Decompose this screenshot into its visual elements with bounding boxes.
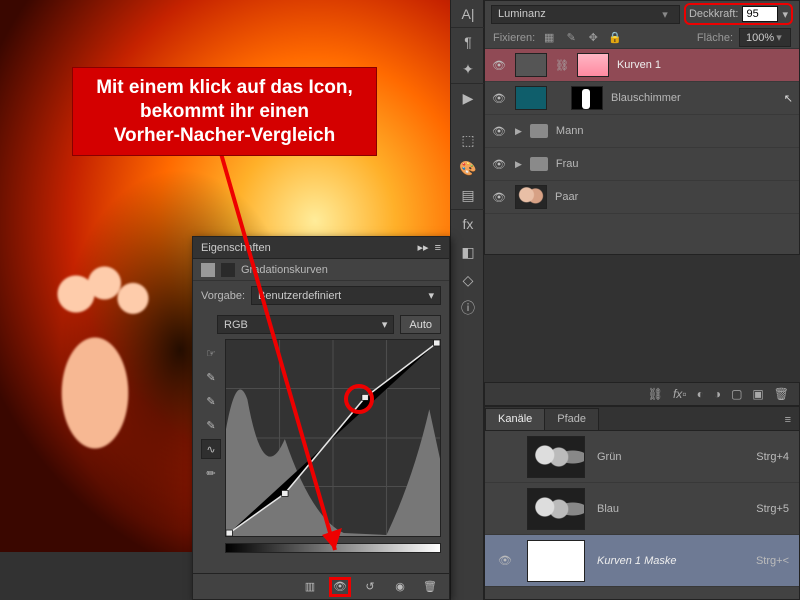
layers-footer: ⛓ fx▫ ◐ ◑ ▢ ▣ 🗑 xyxy=(484,382,800,406)
collapse-icon[interactable]: ▸▸ xyxy=(418,241,429,254)
lock-label: Fixieren: xyxy=(493,32,535,44)
channel-name: Kurven 1 Maske xyxy=(597,555,676,567)
visibility-icon[interactable]: 👁 xyxy=(491,158,507,171)
layer-row[interactable]: 👁 ▶ Frau xyxy=(485,148,799,181)
paths-icon[interactable]: ◇ xyxy=(451,266,485,294)
channel-thumb xyxy=(527,540,585,582)
tab-paths[interactable]: Pfade xyxy=(544,408,599,430)
mask-icon[interactable]: ◐ xyxy=(697,387,704,401)
link-icon[interactable]: ⛓ xyxy=(648,387,663,401)
panel-menu-icon[interactable]: ≡ xyxy=(435,242,441,254)
paragraph-icon[interactable]: ¶ xyxy=(451,28,485,56)
visibility-icon[interactable]: ◉ xyxy=(389,577,411,597)
trash-icon[interactable]: 🗑 xyxy=(419,577,441,597)
layer-row[interactable]: 👁 ▶ Mann xyxy=(485,115,799,148)
swatches-icon[interactable]: ⬚ xyxy=(451,126,485,154)
layer-thumb xyxy=(515,86,547,110)
visibility-icon[interactable]: 👁 xyxy=(491,191,507,204)
color-icon[interactable]: 🎨 xyxy=(451,154,485,182)
channel-row[interactable]: Blau Strg+5 xyxy=(485,483,799,535)
layer-row[interactable]: 👁 ⛓ Kurven 1 xyxy=(485,49,799,82)
chevron-down-icon: ▾ xyxy=(657,8,673,21)
image-hand xyxy=(0,250,190,470)
group-icon[interactable]: ▢ xyxy=(731,387,742,401)
lock-all-icon[interactable]: 🔒 xyxy=(607,30,623,46)
fill-label: Fläche: xyxy=(697,32,733,44)
channel-row[interactable]: Grün Strg+4 xyxy=(485,431,799,483)
info-icon[interactable]: ⓘ xyxy=(451,294,485,322)
channel-shortcut: Strg+4 xyxy=(756,451,789,463)
lock-transparency-icon[interactable]: ▦ xyxy=(541,30,557,46)
visibility-icon[interactable]: 👁 xyxy=(491,125,507,138)
play-icon[interactable]: ▶ xyxy=(451,84,485,112)
layer-row[interactable]: 👁 Blauschimmer ↖ xyxy=(485,82,799,115)
layer-name[interactable]: Mann xyxy=(556,125,584,137)
annotation-callout: Mit einem klick auf das Icon, bekommt ih… xyxy=(72,67,377,156)
chevron-down-icon[interactable]: ▾ xyxy=(782,8,788,21)
layer-name[interactable]: Paar xyxy=(555,191,578,203)
opacity-input[interactable] xyxy=(742,6,778,22)
adjustment-icon[interactable]: ◑ xyxy=(714,387,721,401)
mask-thumb[interactable] xyxy=(571,86,603,110)
layer-row[interactable]: 👁 Paar xyxy=(485,181,799,214)
blend-mode-value: Luminanz xyxy=(498,8,546,20)
annotation-line: Vorher-Nacher-Vergleich xyxy=(83,124,366,148)
adjustment-thumb xyxy=(515,53,547,77)
layers-panel: Luminanz ▾ Deckkraft: ▾ Fixieren: ▦ ✎ ✥ … xyxy=(484,0,800,255)
layer-name[interactable]: Kurven 1 xyxy=(617,59,661,71)
expand-icon[interactable]: ▶ xyxy=(515,159,522,170)
folder-icon xyxy=(530,157,548,171)
layer-thumb xyxy=(515,185,547,209)
folder-icon xyxy=(530,124,548,138)
panel-menu-icon[interactable]: ≡ xyxy=(777,410,799,430)
visibility-icon[interactable]: 👁 xyxy=(491,92,507,105)
layers-icon[interactable]: ◧ xyxy=(451,238,485,266)
lock-brush-icon[interactable]: ✎ xyxy=(563,30,579,46)
channel-name: Grün xyxy=(597,451,621,463)
cursor-icon: ↖ xyxy=(784,92,793,105)
visibility-icon[interactable]: 👁 xyxy=(491,59,507,72)
annotation-line: bekommt ihr einen xyxy=(83,100,366,124)
adjust-icon[interactable]: fx xyxy=(451,210,485,238)
tab-channels[interactable]: Kanäle xyxy=(485,408,545,430)
link-icon[interactable]: ⛓ xyxy=(555,59,569,72)
channels-panel: Kanäle Pfade ≡ Grün Strg+4 Blau Strg+5 👁… xyxy=(484,406,800,600)
auto-button[interactable]: Auto xyxy=(400,315,441,334)
reset-icon[interactable]: ↺ xyxy=(359,577,381,597)
visibility-icon[interactable]: 👁 xyxy=(495,554,515,567)
fill-select[interactable]: 100%▾ xyxy=(739,28,791,47)
channel-row[interactable]: 👁 Kurven 1 Maske Strg+< xyxy=(485,535,799,587)
glyphs-icon[interactable]: ✦ xyxy=(451,56,485,84)
annotation-line: Mit einem klick auf das Icon, xyxy=(83,76,366,100)
type-icon[interactable]: A| xyxy=(451,0,485,28)
layer-name[interactable]: Blauschimmer xyxy=(611,92,681,104)
panel-dock-strip: A| ¶ ✦ ▶ ⬚ 🎨 ▤ fx ◧ ◇ ⓘ xyxy=(450,0,484,600)
layer-name[interactable]: Frau xyxy=(556,158,579,170)
new-layer-icon[interactable]: ▣ xyxy=(752,387,763,401)
channel-thumb xyxy=(527,488,585,530)
fx-icon[interactable]: fx▫ xyxy=(673,387,687,401)
channel-shortcut: Strg+< xyxy=(756,555,789,567)
expand-icon[interactable]: ▶ xyxy=(515,126,522,137)
channel-name: Blau xyxy=(597,503,619,515)
mask-thumb[interactable] xyxy=(577,53,609,77)
lock-position-icon[interactable]: ✥ xyxy=(585,30,601,46)
blend-mode-select[interactable]: Luminanz ▾ xyxy=(491,5,680,24)
channel-thumb xyxy=(527,436,585,478)
trash-icon[interactable]: 🗑 xyxy=(774,387,789,401)
styles-icon[interactable]: ▤ xyxy=(451,182,485,210)
opacity-label: Deckkraft: xyxy=(689,8,739,20)
channel-shortcut: Strg+5 xyxy=(756,503,789,515)
